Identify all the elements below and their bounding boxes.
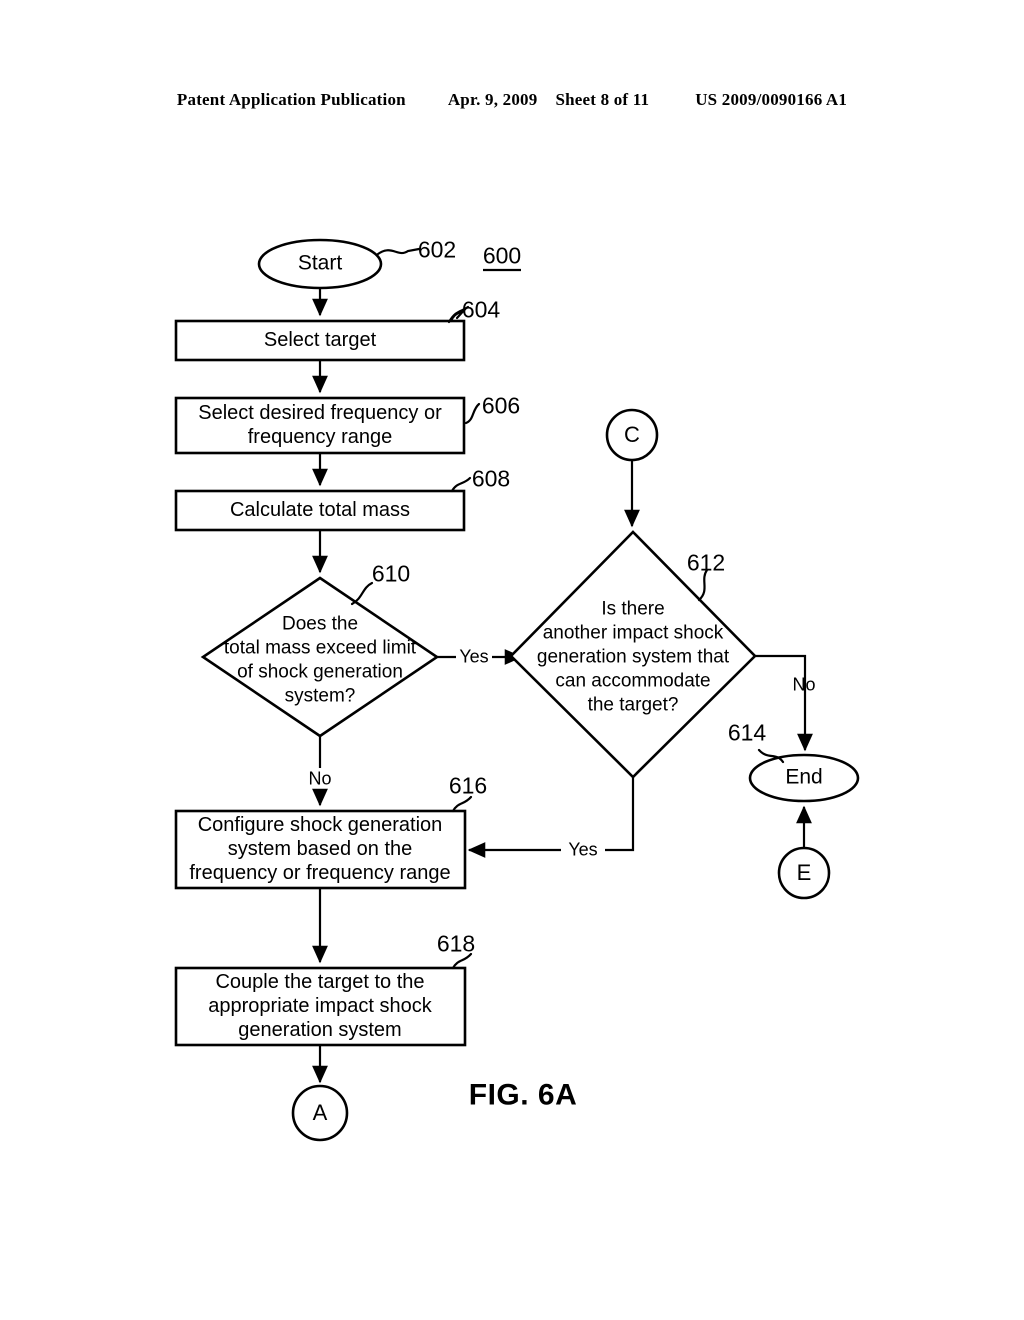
select-frequency-label-line2: frequency range: [247, 426, 393, 449]
connector-e-label: E: [796, 860, 812, 886]
decision-another-label-line2: another impact shock: [542, 622, 724, 644]
ref-602: 602: [417, 236, 457, 263]
ref-606: 606: [481, 392, 521, 419]
decision-another-label-line3: generation system that: [536, 646, 730, 668]
ref-618: 618: [436, 930, 476, 957]
edge-label-another-no: No: [792, 674, 816, 695]
ref-604: 604: [461, 296, 501, 323]
decision-another-label-line1: Is there: [601, 598, 665, 620]
connector-c-label: C: [624, 422, 640, 448]
decision-mass-label-line1: Does the: [281, 613, 359, 635]
couple-target-label-line3: generation system: [238, 1019, 402, 1042]
edge-label-another-yes: Yes: [568, 839, 598, 860]
decision-mass-label-line3: of shock generation: [237, 661, 403, 683]
figure-caption: FIG. 6A: [468, 1078, 578, 1112]
decision-mass-label-line4: system?: [284, 685, 356, 707]
select-frequency-label-line1: Select desired frequency or: [198, 402, 442, 425]
connector-a-label: A: [312, 1100, 328, 1126]
decision-another-label-line5: the target?: [587, 694, 679, 716]
couple-target-label-line1: Couple the target to the: [215, 971, 425, 994]
flowchart-text-layer: Start 602 600 Select target 604 Select d…: [0, 0, 1024, 1320]
ref-616: 616: [448, 772, 488, 799]
decision-mass-label-line2: total mass exceed limit: [223, 637, 417, 659]
couple-target-label-line2: appropriate impact shock: [208, 995, 432, 1018]
configure-system-label-line1: Configure shock generation: [197, 814, 443, 837]
configure-system-label-line3: frequency or frequency range: [189, 862, 451, 885]
start-node-label: Start: [297, 251, 343, 275]
ref-614: 614: [727, 719, 767, 746]
ref-610: 610: [371, 560, 411, 587]
ref-612: 612: [686, 549, 726, 576]
calculate-mass-label: Calculate total mass: [229, 499, 411, 522]
decision-another-label-line4: can accommodate: [555, 670, 711, 692]
end-node-label: End: [785, 765, 823, 789]
edge-label-mass-yes: Yes: [459, 646, 489, 667]
select-target-label: Select target: [263, 329, 377, 352]
diagram-ref-600: 600: [482, 242, 522, 269]
configure-system-label-line2: system based on the: [227, 838, 413, 861]
ref-608: 608: [471, 465, 511, 492]
edge-label-mass-no: No: [308, 768, 332, 789]
